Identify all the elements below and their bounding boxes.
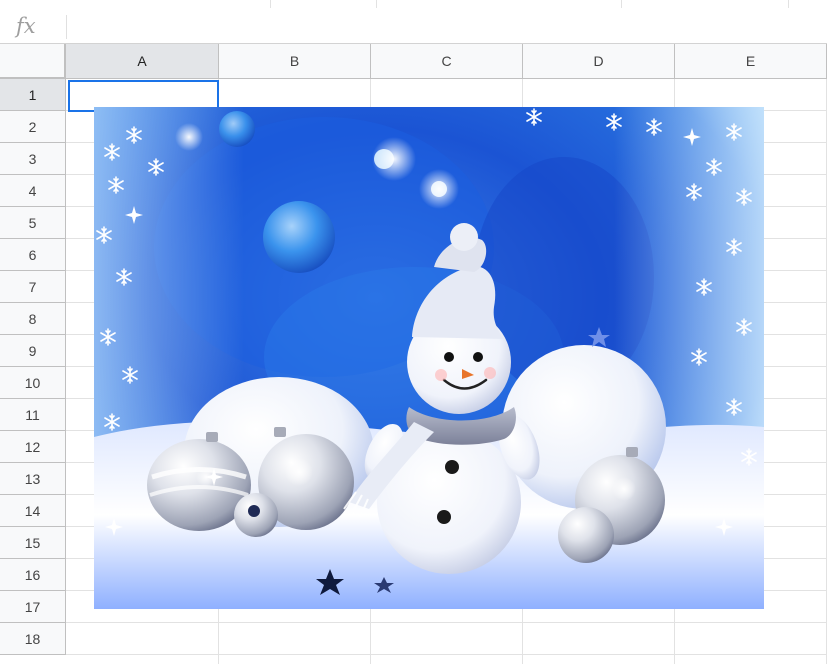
row-header-6[interactable]: 6 — [0, 239, 66, 271]
column-header-c[interactable]: C — [371, 44, 523, 79]
row-header-7[interactable]: 7 — [0, 271, 66, 303]
row-header-14[interactable]: 14 — [0, 495, 66, 527]
row-header-9[interactable]: 9 — [0, 335, 66, 367]
toolbar-divider — [788, 0, 789, 8]
snowman-picture — [94, 107, 764, 609]
toolbar-divider — [270, 0, 271, 8]
row-header-1[interactable]: 1 — [0, 79, 66, 111]
fx-icon: fx — [16, 14, 36, 38]
row-header-12[interactable]: 12 — [0, 431, 66, 463]
embedded-snowman-image[interactable] — [94, 107, 764, 609]
row-header-10[interactable]: 10 — [0, 367, 66, 399]
formula-bar: fx — [0, 9, 827, 44]
formula-bar-divider — [66, 15, 67, 39]
row-header-16[interactable]: 16 — [0, 559, 66, 591]
row-header-4[interactable]: 4 — [0, 175, 66, 207]
row-header-8[interactable]: 8 — [0, 303, 66, 335]
toolbar-divider — [621, 0, 622, 8]
select-all-corner[interactable] — [0, 44, 66, 79]
row-header-13[interactable]: 13 — [0, 463, 66, 495]
row-header-18[interactable]: 18 — [0, 623, 66, 655]
sheet-grid: A B C D E 1 2 3 4 5 6 7 8 9 10 11 12 13 … — [0, 44, 827, 664]
row-header-3[interactable]: 3 — [0, 143, 66, 175]
column-header-a[interactable]: A — [66, 44, 219, 79]
row-header-2[interactable]: 2 — [0, 111, 66, 143]
toolbar-divider — [376, 0, 377, 8]
spreadsheet-app: fx A B C D E 1 2 3 4 5 6 7 8 9 10 11 12 … — [0, 0, 827, 664]
formula-input[interactable] — [74, 13, 814, 39]
row-header-15[interactable]: 15 — [0, 527, 66, 559]
row-header-5[interactable]: 5 — [0, 207, 66, 239]
row-gridline — [66, 654, 827, 655]
column-header-e[interactable]: E — [675, 44, 827, 79]
column-header-d[interactable]: D — [523, 44, 675, 79]
row-header-11[interactable]: 11 — [0, 399, 66, 431]
row-header-17[interactable]: 17 — [0, 591, 66, 623]
column-header-b[interactable]: B — [219, 44, 371, 79]
row-gridline — [66, 622, 827, 623]
